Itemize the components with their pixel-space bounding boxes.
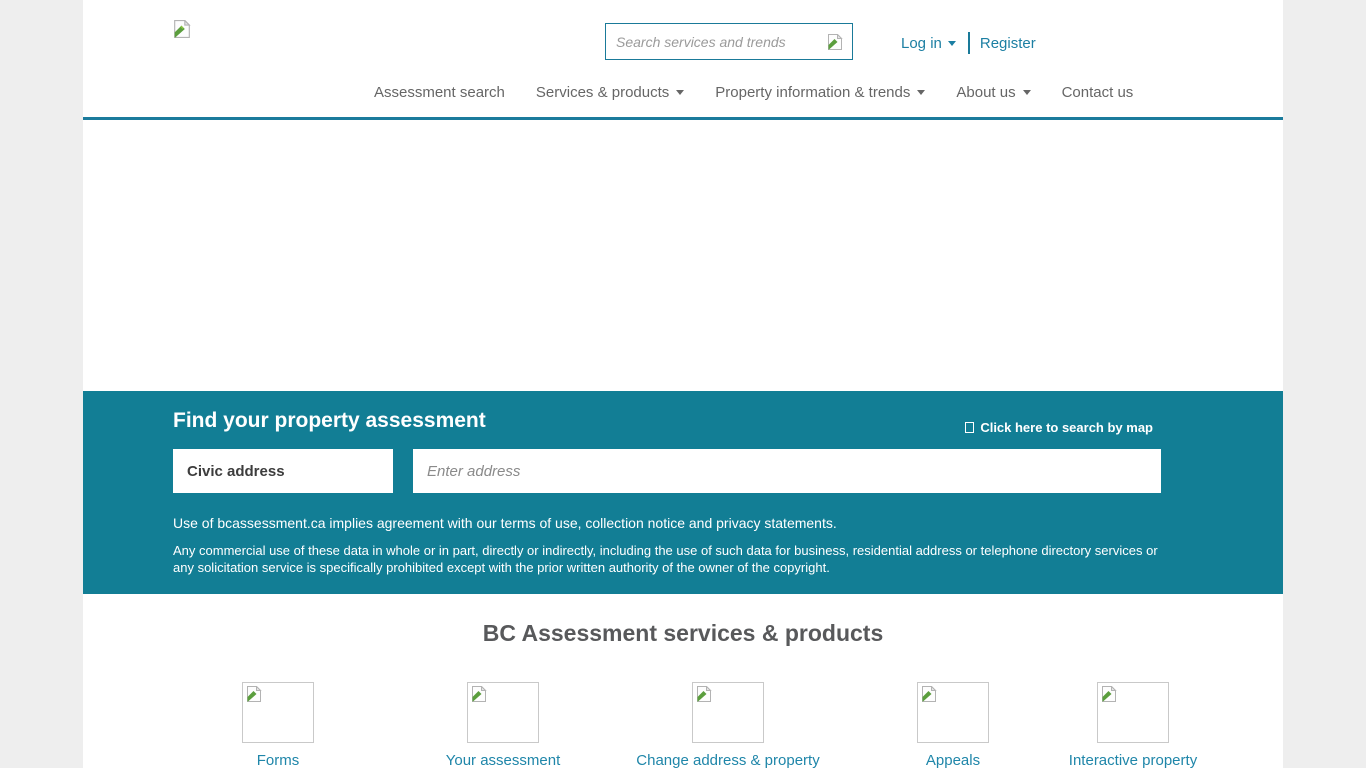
register-link[interactable]: Register (980, 35, 1036, 52)
search-by-map-link[interactable]: Click here to search by map (965, 420, 1153, 435)
chevron-down-icon (1023, 90, 1031, 95)
search-submit-button[interactable] (822, 31, 848, 53)
broken-image-icon (921, 686, 937, 702)
your-assessment-card-broken-image[interactable] (467, 682, 539, 743)
search-broken-image-icon (827, 34, 843, 50)
forms-card-broken-image[interactable] (242, 682, 314, 743)
auth-links: Log in Register (901, 31, 1036, 55)
broken-image-icon (696, 686, 712, 702)
nav-contact-us[interactable]: Contact us (1062, 84, 1134, 101)
your-assessment-link[interactable]: Your assessment (383, 752, 623, 768)
change-address-card-broken-image[interactable] (692, 682, 764, 743)
broken-image-icon (246, 686, 262, 702)
auth-divider (968, 32, 970, 54)
property-assessment-banner: Find your property assessment Click here… (83, 391, 1283, 594)
address-search-form: Civic address (173, 449, 1161, 493)
services-section-title: BC Assessment services & products (83, 620, 1283, 647)
site-search-input[interactable] (606, 34, 822, 50)
appeals-card-broken-image[interactable] (917, 682, 989, 743)
nav-services-products[interactable]: Services & products (536, 84, 684, 101)
main-navigation: Assessment search Services & products Pr… (374, 84, 1133, 101)
copyright-notice-text: Any commercial use of these data in whol… (173, 542, 1167, 576)
site-logo-broken-image-icon[interactable] (173, 20, 191, 38)
change-address-property-link[interactable]: Change address & property (608, 752, 848, 768)
broken-image-icon (1101, 686, 1117, 702)
chevron-down-icon (948, 41, 956, 46)
interactive-property-link[interactable]: Interactive property (1013, 752, 1253, 768)
services-products-section: BC Assessment services & products (83, 594, 1283, 768)
terms-of-use-text: Use of bcassessment.ca implies agreement… (173, 515, 837, 531)
broken-image-icon (471, 686, 487, 702)
nav-property-information-trends[interactable]: Property information & trends (715, 84, 925, 101)
chevron-down-icon (676, 90, 684, 95)
address-input[interactable] (413, 449, 1161, 493)
site-header: Log in Register Assessment search Servic… (83, 0, 1283, 120)
login-label: Log in (901, 35, 942, 52)
login-dropdown[interactable]: Log in (901, 35, 956, 52)
interactive-property-card-broken-image[interactable] (1097, 682, 1169, 743)
map-icon (965, 422, 974, 433)
address-type-dropdown[interactable]: Civic address (173, 449, 393, 493)
nav-assessment-search[interactable]: Assessment search (374, 84, 505, 101)
chevron-down-icon (917, 90, 925, 95)
banner-title: Find your property assessment (173, 409, 486, 433)
site-search-box (605, 23, 853, 60)
hero-carousel-blank (83, 120, 1283, 391)
nav-about-us[interactable]: About us (956, 84, 1030, 101)
page-container: Log in Register Assessment search Servic… (83, 0, 1283, 768)
forms-link[interactable]: Forms (158, 752, 398, 768)
